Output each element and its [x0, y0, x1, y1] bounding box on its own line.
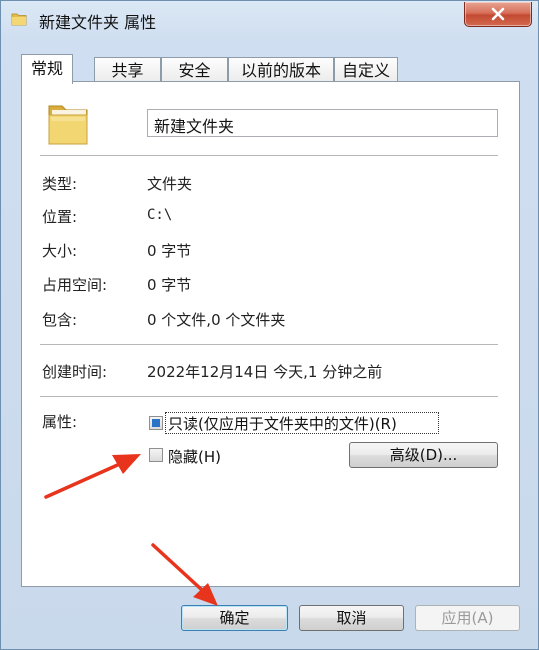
tab-customize[interactable]: 自定义 — [334, 57, 398, 82]
apply-button[interactable]: 应用(A) — [415, 605, 520, 631]
general-panel: 新建文件夹 类型: 文件夹 位置: C:\ 大小: 0 字节 占用空间: 0 字… — [21, 81, 520, 587]
created-value: 2022年12月14日 今天,1 分钟之前 — [147, 363, 383, 381]
hidden-label[interactable]: 隐藏(H) — [168, 446, 221, 467]
location-label: 位置: — [42, 208, 78, 226]
separator — [40, 155, 498, 157]
close-button[interactable] — [464, 2, 532, 27]
tab-general[interactable]: 常规 — [21, 54, 73, 84]
size-label: 大小: — [42, 242, 78, 260]
title-bar[interactable]: 新建文件夹 属性 — [1, 1, 538, 39]
window-title: 新建文件夹 属性 — [39, 13, 157, 32]
type-value: 文件夹 — [147, 175, 193, 193]
tab-sharing[interactable]: 共享 — [94, 57, 161, 82]
readonly-label[interactable]: 只读(仅应用于文件夹中的文件)(R) — [168, 413, 397, 434]
ok-button[interactable]: 确定 — [181, 605, 288, 631]
contains-label: 包含: — [42, 311, 78, 329]
separator — [40, 396, 498, 398]
close-icon — [491, 7, 505, 21]
separator — [40, 344, 498, 346]
properties-window: 新建文件夹 属性 常规 共享 安全 以前的版本 自定义 新建文件夹 类型: 文件… — [0, 0, 539, 650]
disk-size-value: 0 字节 — [147, 276, 192, 294]
readonly-checkbox[interactable] — [149, 416, 163, 430]
advanced-button[interactable]: 高级(D)... — [349, 442, 498, 468]
disk-size-label: 占用空间: — [42, 276, 108, 294]
created-label: 创建时间: — [42, 363, 108, 381]
contains-value: 0 个文件,0 个文件夹 — [147, 311, 286, 329]
type-label: 类型: — [42, 175, 78, 193]
folder-icon — [11, 13, 27, 26]
tab-previous-versions[interactable]: 以前的版本 — [228, 57, 334, 82]
hidden-checkbox[interactable] — [149, 448, 163, 462]
tab-security[interactable]: 安全 — [161, 57, 228, 82]
folder-name-input[interactable]: 新建文件夹 — [147, 109, 498, 137]
size-value: 0 字节 — [147, 242, 192, 260]
cancel-button[interactable]: 取消 — [299, 605, 404, 631]
location-value: C:\ — [147, 207, 173, 223]
attributes-label: 属性: — [42, 413, 78, 431]
folder-large-icon — [48, 105, 88, 145]
